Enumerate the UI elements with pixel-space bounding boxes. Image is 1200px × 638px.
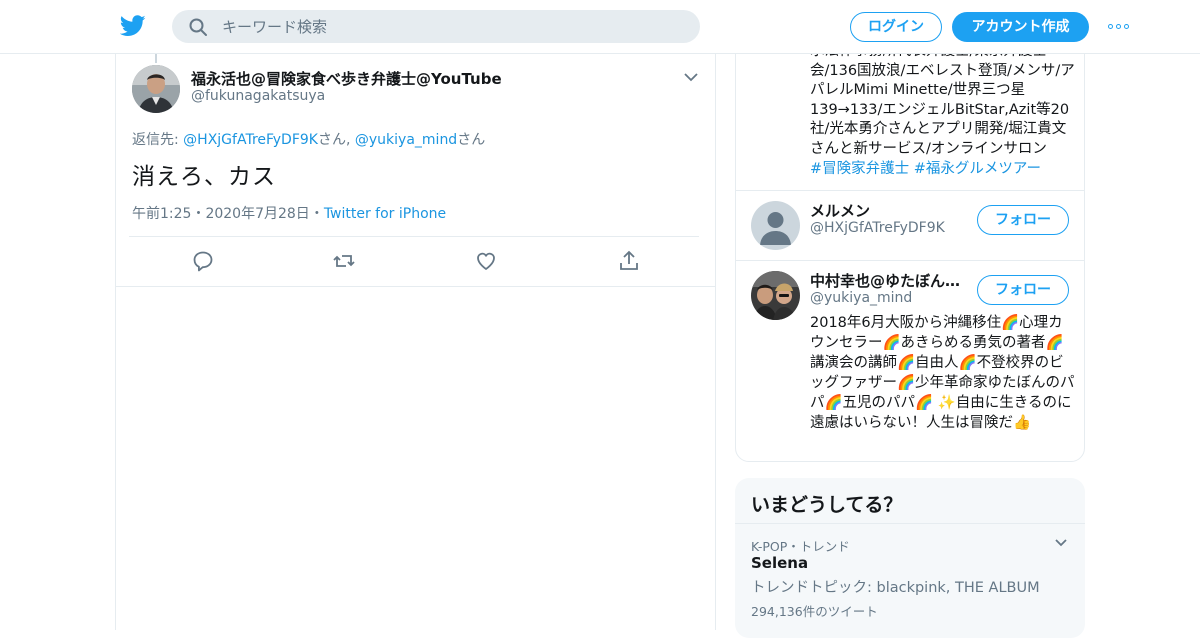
trends-title: いまどうしてる？	[751, 494, 903, 516]
chevron-down-icon[interactable]	[1054, 538, 1068, 548]
reply-user-link[interactable]: @HXjGfATreFyDF9K	[183, 132, 318, 148]
user-bio-text: 水法律事務所代表弁護士/東京弁護士会/136国放浪/エベレスト登頂/メンサ/アパ…	[810, 43, 1075, 157]
meta-separator: ・	[191, 206, 206, 222]
meta-separator: ・	[309, 206, 324, 222]
thread-connector	[155, 53, 157, 63]
divider	[129, 236, 699, 237]
signup-button[interactable]: アカウント作成	[952, 12, 1089, 42]
tweet-author-avatar[interactable]	[132, 65, 180, 113]
user-avatar-default[interactable]	[751, 201, 800, 250]
hashtag-link[interactable]: #福永グルメツアー	[914, 161, 1041, 177]
user-avatar[interactable]	[751, 271, 800, 320]
divider	[735, 523, 1085, 524]
user-handle[interactable]: @HXjGfATreFyDF9K	[810, 220, 945, 236]
tweet-author-name[interactable]: 福永活也@冒険家食べ歩き弁護士@YouTube	[191, 68, 502, 89]
divider	[736, 260, 1084, 261]
tweet-source-link[interactable]: Twitter for iPhone	[324, 206, 446, 222]
user-name[interactable]: メルメン	[810, 200, 870, 221]
more-options-icon[interactable]	[1108, 24, 1130, 30]
retweet-icon[interactable]	[332, 249, 356, 273]
trends-card: いまどうしてる？ K-POP・トレンド Selena トレンドトピック: bla…	[735, 478, 1085, 638]
user-handle[interactable]: @yukiya_mind	[810, 290, 912, 306]
user-name[interactable]: 中村幸也@ゆたぼん…	[810, 270, 960, 291]
reply-icon[interactable]	[191, 249, 215, 273]
like-heart-icon[interactable]	[474, 249, 498, 273]
tweet-detail-column: 福永活也@冒険家食べ歩き弁護士@YouTube @fukunagakatsuya…	[115, 53, 716, 630]
divider	[116, 286, 715, 287]
trend-name[interactable]: Selena	[751, 554, 808, 572]
login-button[interactable]: ログイン	[850, 12, 942, 42]
tweet-actions	[116, 249, 715, 273]
reply-user-link[interactable]: @yukiya_mind	[355, 132, 457, 148]
search-bar	[172, 10, 700, 43]
follow-button[interactable]: フォロー	[977, 205, 1069, 235]
tweet-text: 消えろ、カス	[132, 164, 276, 190]
top-bar: ログイン アカウント作成	[0, 0, 1200, 54]
reply-to-line: 返信先: @HXjGfATreFyDF9Kさん, @yukiya_mindさん	[132, 129, 485, 149]
divider	[736, 190, 1084, 191]
twitter-bird-logo-icon[interactable]	[120, 14, 146, 38]
reply-suffix: さん,	[317, 132, 355, 148]
hashtag-link[interactable]: #冒険家弁護士	[810, 161, 909, 177]
user-bio: 2018年6月大阪から沖縄移住🌈心理カウンセラー🌈あきらめる勇気の著者🌈講演会の…	[810, 315, 1075, 431]
tweet-time[interactable]: 午前1:25	[132, 206, 191, 222]
relevant-people-card: 水法律事務所代表弁護士/東京弁護士会/136国放浪/エベレスト登頂/メンサ/アパ…	[735, 30, 1085, 462]
share-icon[interactable]	[617, 249, 641, 273]
follow-button[interactable]: フォロー	[977, 275, 1069, 305]
tweet-date[interactable]: 2020年7月28日	[205, 206, 309, 222]
search-icon	[189, 18, 207, 36]
reply-prefix: 返信先:	[132, 132, 184, 148]
user-bio: 水法律事務所代表弁護士/東京弁護士会/136国放浪/エベレスト登頂/メンサ/アパ…	[810, 42, 1076, 179]
trend-context: K-POP・トレンド	[751, 539, 850, 554]
trend-description: トレンドトピック: blackpink, THE ALBUM	[751, 580, 1040, 596]
trend-tweet-count: 294,136件のツイート	[751, 604, 878, 619]
reply-suffix: さん	[457, 132, 486, 148]
tweet-author-handle[interactable]: @fukunagakatsuya	[191, 88, 325, 104]
chevron-down-icon[interactable]	[683, 71, 699, 83]
tweet-metadata: 午前1:25・2020年7月28日・Twitter for iPhone	[132, 203, 446, 223]
search-input[interactable]	[222, 10, 682, 43]
